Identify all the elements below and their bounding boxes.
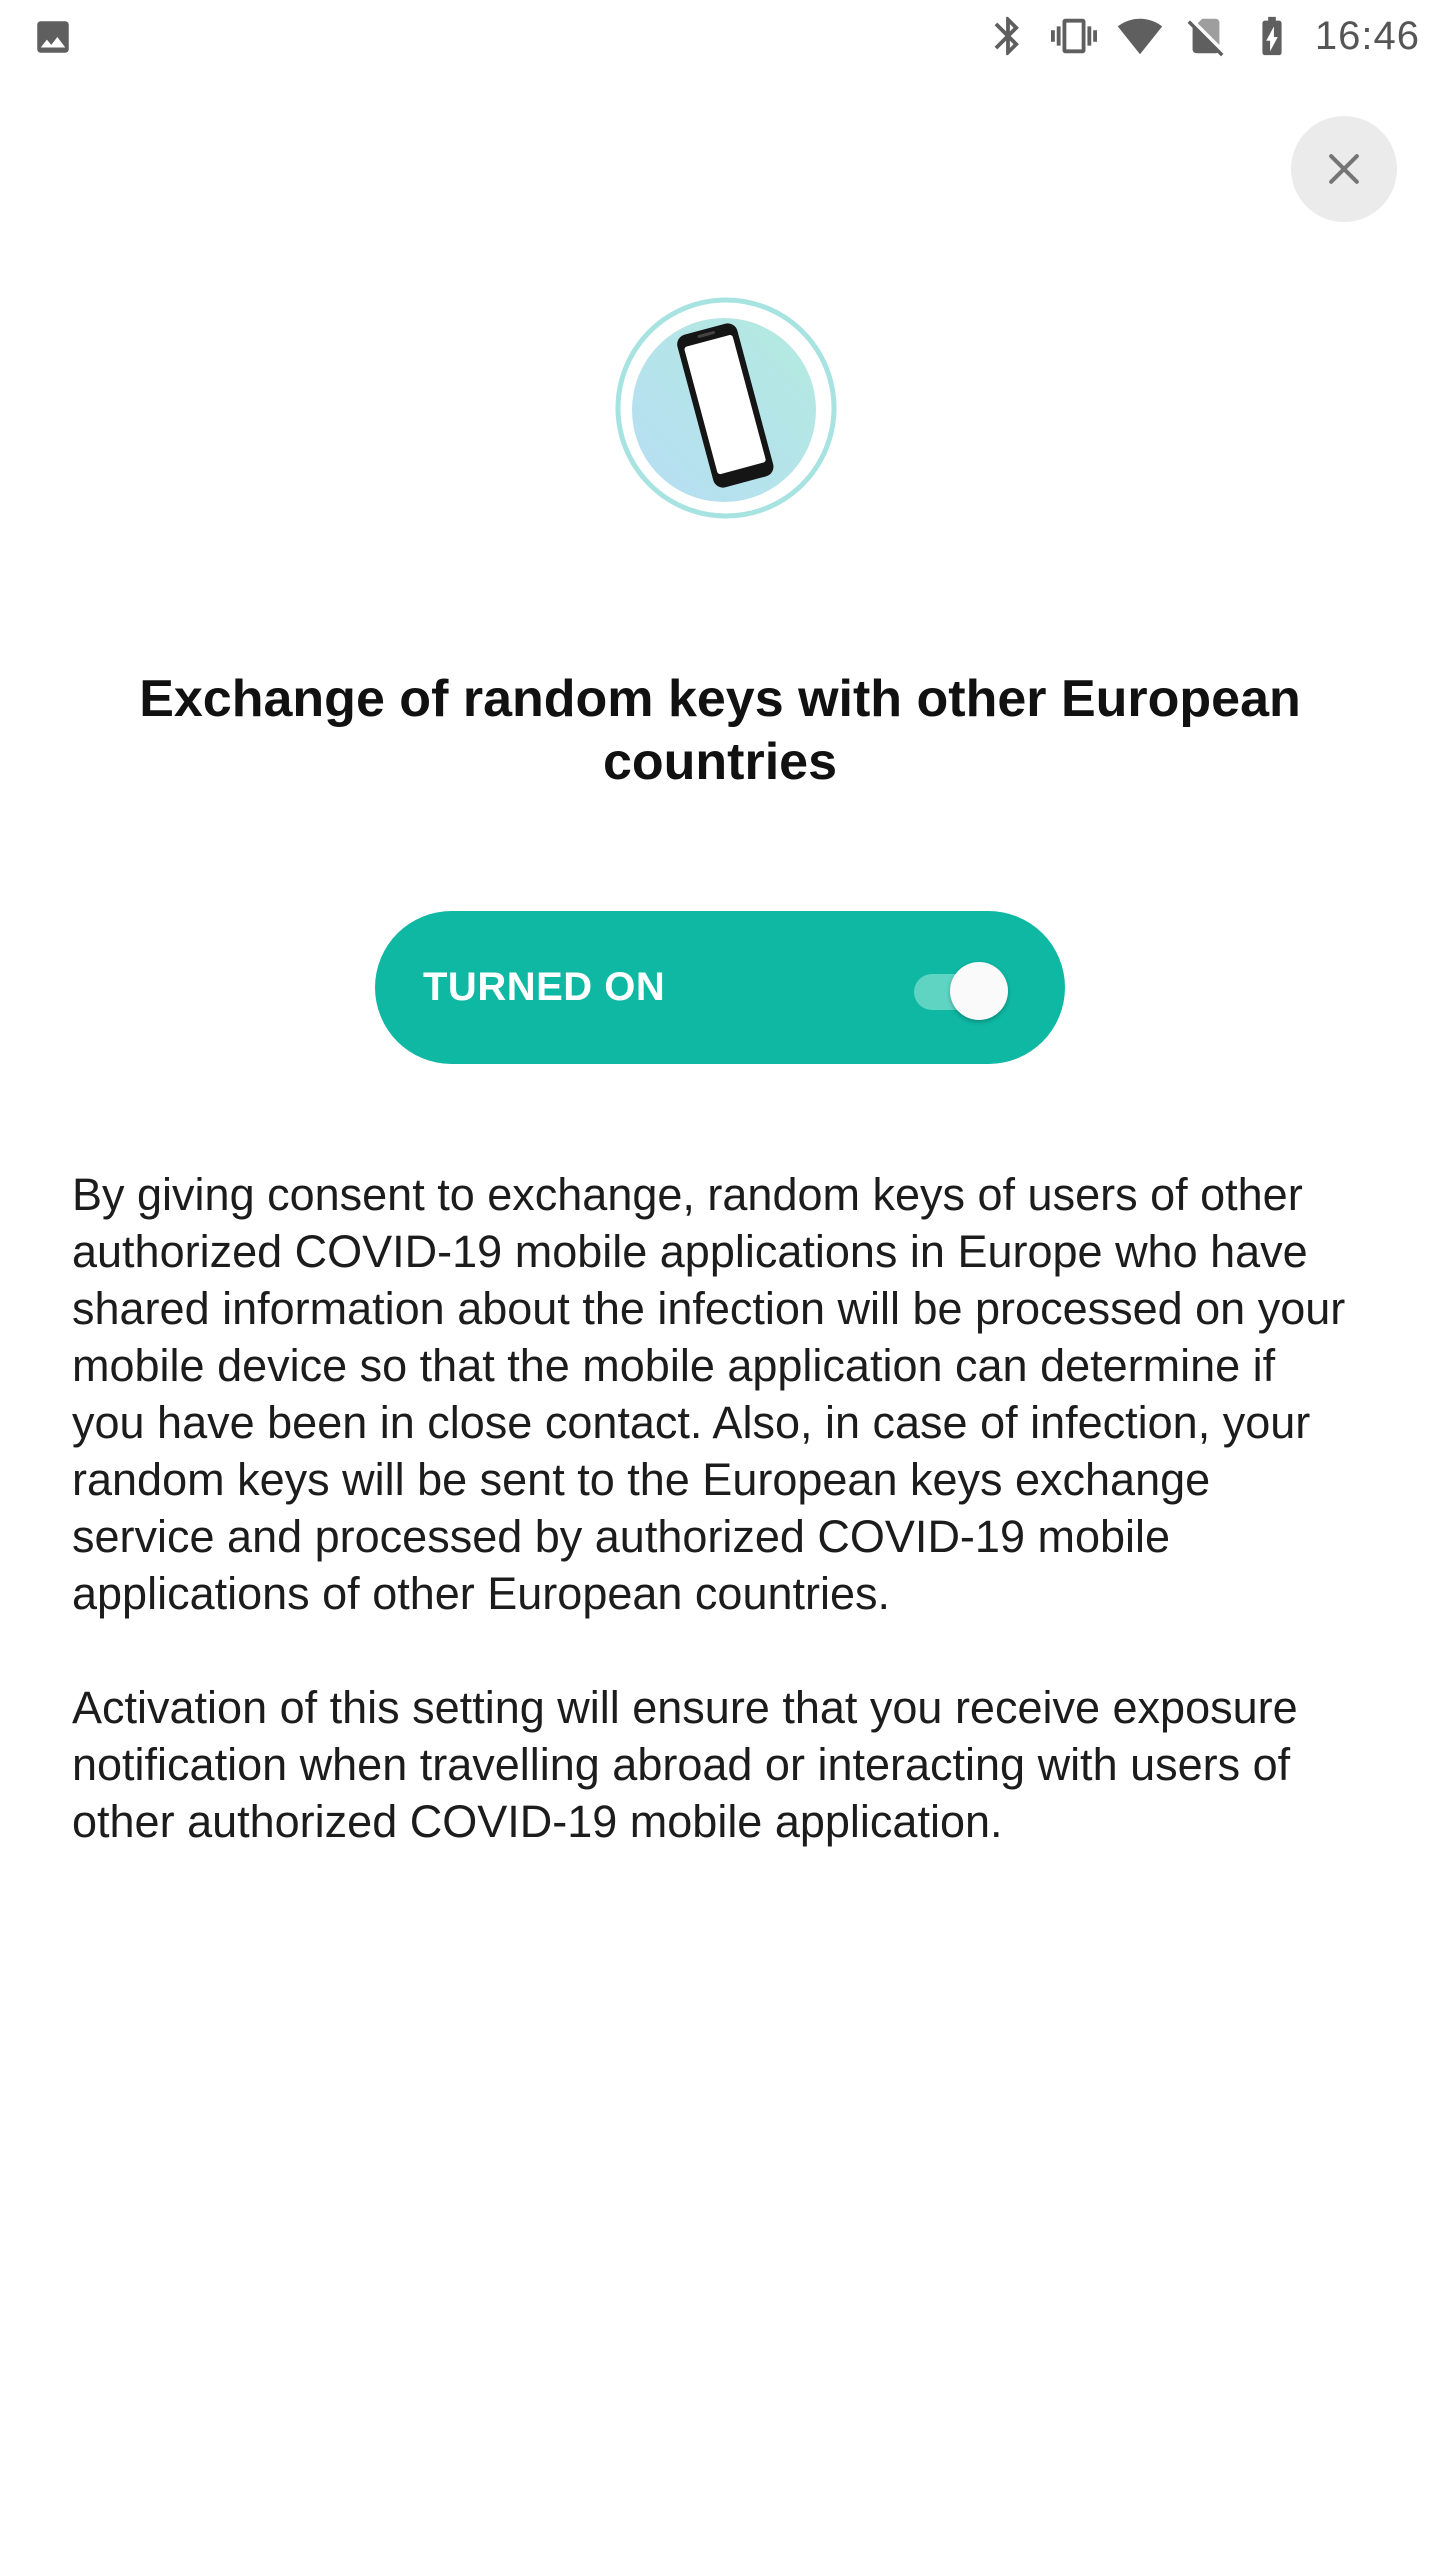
image-icon — [32, 16, 74, 58]
battery-charging-icon — [1249, 13, 1295, 59]
page: 16:46 Exchange of random keys with other… — [0, 0, 1440, 2560]
toggle-switch[interactable] — [910, 959, 1010, 1020]
phone-icon — [615, 297, 837, 519]
switch-thumb — [950, 962, 1008, 1020]
no-sim-icon — [1183, 13, 1229, 59]
close-button[interactable] — [1291, 116, 1397, 222]
status-bar: 16:46 — [0, 0, 1440, 72]
description: By giving consent to exchange, random ke… — [72, 1166, 1372, 1850]
clock: 16:46 — [1314, 13, 1420, 58]
description-paragraph-2: Activation of this setting will ensure t… — [72, 1682, 1298, 1847]
page-title: Exchange of random keys with other Europ… — [139, 670, 1301, 791]
toggle-label: TURNED ON — [423, 965, 666, 1009]
vibrate-icon — [1050, 13, 1097, 59]
status-icons: 16:46 — [985, 0, 1420, 72]
phone-illustration — [612, 294, 840, 522]
exchange-toggle[interactable]: TURNED ON — [375, 911, 1065, 1064]
bluetooth-icon — [985, 13, 1031, 59]
description-paragraph-1: By giving consent to exchange, random ke… — [72, 1169, 1346, 1619]
wifi-icon — [1117, 13, 1163, 59]
close-icon — [1329, 154, 1359, 184]
